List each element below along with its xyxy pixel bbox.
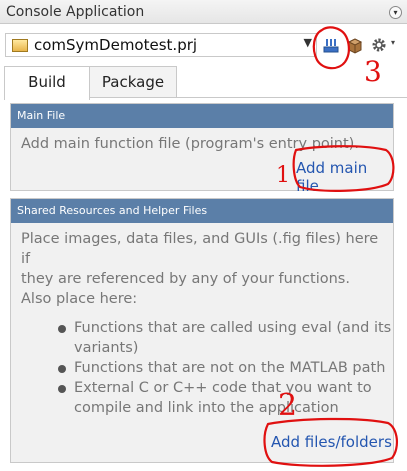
gear-dropdown-icon[interactable]: ▾ [391, 38, 395, 47]
chevron-down-icon[interactable]: ▼ [304, 36, 312, 49]
shared-resources-panel: Shared Resources and Helper Files Place … [10, 198, 394, 463]
bullet-text: compile and link into the application [74, 400, 339, 416]
bullet-icon [58, 325, 66, 333]
window-title: Console Application [6, 4, 145, 20]
shared-description-line2: they are referenced by any of your funct… [21, 271, 350, 287]
add-files-folders-link[interactable]: Add files/folders [271, 433, 392, 451]
tab-divider [90, 97, 407, 98]
shared-description: Place images, data files, and GUIs (.fig… [21, 229, 391, 289]
collapse-icon[interactable]: ▾ [389, 6, 402, 19]
project-name: comSymDemotest.prj [34, 36, 198, 54]
bullet-text: Functions that are not on the MATLAB pat… [74, 360, 386, 376]
main-file-description: Add main function file (program's entry … [21, 136, 359, 152]
add-main-file-link[interactable]: Add main file [296, 159, 393, 195]
bullet-icon [58, 365, 66, 373]
bullet-text: Functions that are called using eval (an… [74, 320, 392, 336]
gear-icon[interactable] [371, 36, 389, 54]
bullet-list: Functions that are called using eval (an… [58, 318, 393, 418]
package-box-icon[interactable] [346, 36, 364, 54]
annotation-number-1: 1 [276, 163, 290, 188]
list-item: External C or C++ code that you want to … [58, 378, 393, 418]
list-item: Functions that are called using eval (an… [58, 318, 393, 358]
shared-description-line1: Place images, data files, and GUIs (.fig… [21, 231, 379, 267]
bullet-text: variants) [74, 340, 139, 356]
annotation-number-2: 2 [278, 388, 298, 423]
tab-package[interactable]: Package [89, 66, 177, 98]
tab-bar: Build Package [0, 64, 407, 100]
bullet-icon [58, 385, 66, 393]
also-place-here-label: Also place here: [21, 291, 138, 307]
project-selector[interactable]: comSymDemotest.prj ▼ [5, 33, 317, 57]
shared-resources-header: Shared Resources and Helper Files [11, 199, 393, 223]
bullet-text: External C or C++ code that you want to [74, 380, 372, 396]
project-row: comSymDemotest.prj ▼ ▾ [0, 26, 407, 64]
package-settings-icon[interactable] [322, 36, 340, 54]
tab-build[interactable]: Build [4, 66, 90, 100]
main-file-header: Main File [11, 104, 393, 128]
title-bar: Console Application ▾ [0, 0, 407, 24]
project-file-icon [12, 39, 28, 52]
main-file-panel: Main File Add main function file (progra… [10, 103, 394, 195]
annotation-number-3: 3 [364, 55, 382, 88]
list-item: Functions that are not on the MATLAB pat… [58, 358, 393, 378]
